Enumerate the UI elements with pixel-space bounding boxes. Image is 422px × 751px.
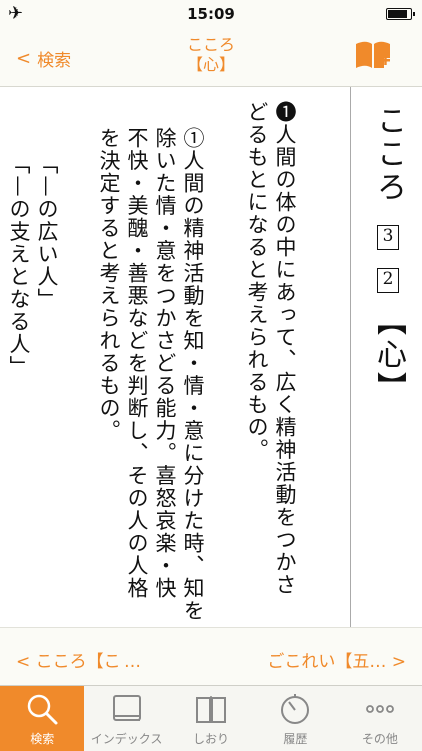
tab-more[interactable]: その他: [338, 686, 422, 751]
headword-kanji: 【心】: [371, 305, 406, 405]
next-entry-button[interactable]: ごこれい【五… >: [267, 647, 406, 672]
headword-text: こころ: [371, 105, 406, 204]
tab-search[interactable]: 検索: [0, 686, 85, 751]
more-icon: [365, 705, 394, 713]
tab-bar: 検索 インデックス しおり 履歴 その他: [0, 685, 422, 751]
navigation-bar: < 検索 こころ 【心】: [0, 28, 422, 87]
definition-line: どるもとになると考えられるもの。: [245, 101, 269, 461]
definition-line: を決定すると考えられるもの。: [97, 127, 121, 442]
book-icon: [112, 695, 141, 721]
chevron-left-icon: <: [16, 652, 31, 672]
status-bar: ✈ 15:09: [0, 0, 422, 28]
history-clock-icon: [281, 694, 310, 724]
definition-line: 除いた情・意をつかさどる能力。喜怒哀楽・快: [153, 127, 177, 600]
tab-more-label: その他: [361, 732, 398, 746]
status-time: 15:09: [187, 5, 235, 23]
definition-line: 不快・美醜・善悪などを判断し、その人の人格: [125, 127, 149, 600]
chevron-right-icon: >: [391, 652, 406, 672]
previous-entry-label: こころ【こ …: [35, 652, 142, 672]
definition-line: ①人間の精神活動を知・情・意に分けた時、知を: [181, 127, 205, 622]
tab-index-label: インデックス: [90, 732, 163, 746]
badge-3: 3: [377, 224, 399, 250]
tab-bookmarks[interactable]: しおり: [169, 686, 253, 751]
tab-bookmarks-label: しおり: [193, 732, 230, 746]
example-line: 「—の支えとなる人」: [7, 153, 31, 378]
headword-divider: [350, 87, 351, 627]
battery-icon: [386, 8, 415, 20]
tab-index[interactable]: インデックス: [84, 686, 168, 751]
open-book-icon: [196, 696, 227, 723]
search-icon: [27, 694, 58, 725]
definition-line: ❶人間の体の中にあって、広く精神活動をつかさ: [273, 101, 297, 596]
tab-search-label: 検索: [30, 732, 55, 746]
example-line: 「—の広い人」: [35, 153, 59, 311]
book-add-icon[interactable]: [354, 40, 392, 72]
tab-history-label: 履歴: [283, 732, 308, 746]
entry-content[interactable]: こころ 3 2 【心】 ❶人間の体の中にあって、広く精神活動をつかさ どるもとに…: [0, 87, 422, 627]
badge-2: 2: [377, 268, 399, 294]
headword: こころ 3 2 【心】: [368, 105, 408, 405]
next-entry-label: ごこれい【五…: [267, 652, 387, 672]
entry-pager: < こころ【こ … ごこれい【五… >: [0, 627, 422, 686]
previous-entry-button[interactable]: < こころ【こ …: [16, 647, 141, 672]
tab-history[interactable]: 履歴: [253, 686, 337, 751]
